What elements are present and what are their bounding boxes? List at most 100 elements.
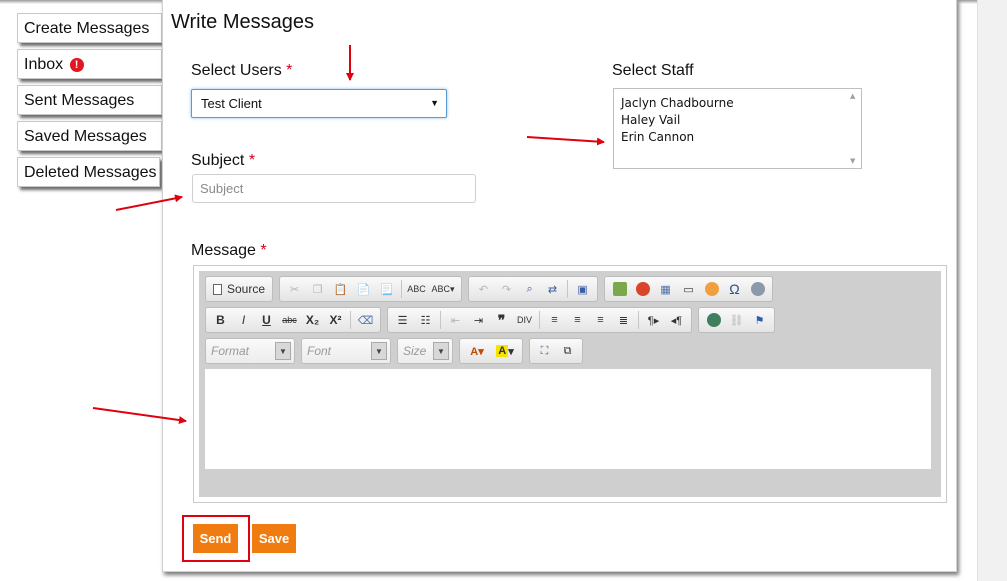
- staff-option[interactable]: Haley Vail: [621, 112, 861, 129]
- align-left-icon[interactable]: ≡: [543, 310, 566, 330]
- select-staff-listbox[interactable]: Jaclyn Chadbourne Haley Vail Erin Cannon…: [613, 88, 862, 169]
- link-icon[interactable]: [702, 310, 725, 330]
- background-color-icon[interactable]: A ▾: [491, 341, 519, 361]
- staff-option[interactable]: Erin Cannon: [621, 129, 861, 146]
- horizontal-line-icon[interactable]: ▭: [677, 279, 700, 299]
- source-label: Source: [227, 282, 266, 296]
- source-button[interactable]: Source: [209, 279, 269, 299]
- sidebar-item-saved-messages[interactable]: Saved Messages: [17, 121, 162, 151]
- copy-icon[interactable]: ❐: [306, 279, 329, 299]
- required-mark: *: [286, 62, 293, 79]
- toolbar-group-links: ⛓ ⚑: [698, 307, 775, 333]
- cut-icon[interactable]: ✂: [283, 279, 306, 299]
- sidebar-item-create-messages[interactable]: Create Messages: [17, 13, 162, 43]
- send-button[interactable]: Send: [193, 524, 238, 553]
- outdent-icon[interactable]: ⇤: [444, 310, 467, 330]
- toolbar-separator: [567, 280, 569, 298]
- toolbar-row-3: Format ▼ Font ▼ Size ▼ A▾ A ▾ ⛶ ⧉: [205, 338, 589, 364]
- save-button[interactable]: Save: [252, 524, 296, 553]
- size-combo[interactable]: Size ▼: [397, 338, 453, 364]
- document-icon: [213, 283, 222, 295]
- select-users-dropdown[interactable]: Test Client ▼: [191, 89, 447, 118]
- align-right-icon[interactable]: ≡: [589, 310, 612, 330]
- div-container-icon[interactable]: DIV: [513, 310, 536, 330]
- message-label: Message *: [191, 242, 267, 260]
- toolbar-separator: [638, 311, 639, 329]
- sidebar-item-label: Inbox: [24, 56, 64, 73]
- message-editor-area[interactable]: [205, 369, 931, 469]
- bold-button[interactable]: B: [209, 310, 232, 330]
- message-label-text: Message: [191, 242, 256, 259]
- text-color-icon[interactable]: A▾: [463, 341, 491, 361]
- sidebar-item-sent-messages[interactable]: Sent Messages: [17, 85, 162, 115]
- italic-button[interactable]: I: [232, 310, 255, 330]
- iframe-icon[interactable]: [746, 279, 769, 299]
- redo-icon[interactable]: ↷: [495, 279, 518, 299]
- strikethrough-button[interactable]: abc: [278, 310, 301, 330]
- caret-down-icon: ▼: [430, 98, 439, 108]
- undo-icon[interactable]: ↶: [472, 279, 495, 299]
- sidebar-item-inbox[interactable]: Inbox !: [17, 49, 162, 79]
- sidebar-item-deleted-messages[interactable]: Deleted Messages: [17, 157, 160, 187]
- image-icon[interactable]: [608, 279, 631, 299]
- spellcheck-dropdown-icon[interactable]: ABC▾: [428, 279, 458, 299]
- numbered-list-icon[interactable]: ☰: [391, 310, 414, 330]
- scroll-up-icon[interactable]: ▲: [850, 92, 855, 100]
- toolbar-separator: [401, 280, 403, 298]
- indent-icon[interactable]: ⇥: [467, 310, 490, 330]
- table-icon[interactable]: ▦: [654, 279, 677, 299]
- bulleted-list-icon[interactable]: ☷: [414, 310, 437, 330]
- page-scrollbar[interactable]: [977, 0, 1007, 581]
- eraser-icon[interactable]: ⌫: [354, 310, 377, 330]
- flash-icon[interactable]: [631, 279, 654, 299]
- subject-input[interactable]: [192, 174, 476, 203]
- message-sidebar: Create Messages Inbox ! Sent Messages Sa…: [17, 13, 162, 193]
- sidebar-item-label: Create Messages: [24, 20, 150, 37]
- editor-toolbar-area: Source ✂ ❐ 📋 📄 📃 ABC ABC▾ ↶ ↷ ⌕ ⇄ ▣ ▦ ▭ …: [199, 271, 941, 497]
- align-center-icon[interactable]: ≡: [566, 310, 589, 330]
- underline-button[interactable]: U: [255, 310, 278, 330]
- format-combo-label: Format: [211, 344, 250, 358]
- staff-option[interactable]: Jaclyn Chadbourne: [621, 95, 861, 112]
- select-staff-label: Select Staff: [612, 62, 694, 79]
- listbox-scrollbar[interactable]: ▲ ▼: [846, 89, 861, 168]
- paste-icon[interactable]: 📋: [329, 279, 352, 299]
- chevron-down-icon: ▼: [371, 342, 387, 360]
- select-all-icon[interactable]: ▣: [571, 279, 594, 299]
- unlink-icon[interactable]: ⛓: [725, 310, 748, 330]
- smiley-icon[interactable]: [700, 279, 723, 299]
- sidebar-item-label: Saved Messages: [24, 128, 147, 145]
- subscript-button[interactable]: X₂: [301, 310, 324, 330]
- paste-word-icon[interactable]: 📃: [375, 279, 398, 299]
- rtl-icon[interactable]: ◂¶: [665, 310, 688, 330]
- font-combo-label: Font: [307, 344, 332, 358]
- spellcheck-icon[interactable]: ABC: [405, 279, 428, 299]
- toolbar-group-paragraph: ☰ ☷ ⇤ ⇥ ❞ DIV ≡ ≡ ≡ ≣ ¶▸ ◂¶: [387, 307, 692, 333]
- maximize-icon[interactable]: ⛶: [533, 341, 556, 361]
- show-blocks-icon[interactable]: ⧉: [556, 341, 579, 361]
- toolbar-separator: [440, 311, 441, 329]
- anchor-flag-icon[interactable]: ⚑: [748, 310, 771, 330]
- chevron-down-icon: ▼: [433, 342, 449, 360]
- scroll-down-icon[interactable]: ▼: [850, 157, 855, 165]
- special-char-icon[interactable]: Ω: [723, 279, 746, 299]
- size-combo-label: Size: [403, 344, 427, 358]
- justify-icon[interactable]: ≣: [612, 310, 635, 330]
- find-icon[interactable]: ⌕: [518, 279, 541, 299]
- blockquote-icon[interactable]: ❞: [490, 310, 513, 330]
- toolbar-group-clipboard: ✂ ❐ 📋 📄 📃 ABC ABC▾: [279, 276, 463, 302]
- font-combo[interactable]: Font ▼: [301, 338, 391, 364]
- toolbar-separator: [350, 311, 351, 329]
- toolbar-group-tools: ⛶ ⧉: [529, 338, 583, 364]
- superscript-button[interactable]: X²: [324, 310, 347, 330]
- replace-icon[interactable]: ⇄: [541, 279, 564, 299]
- chevron-down-icon: ▼: [275, 342, 291, 360]
- ltr-icon[interactable]: ¶▸: [642, 310, 665, 330]
- toolbar-group-basic-styles: B I U abc X₂ X² ⌫: [205, 307, 381, 333]
- toolbar-group-document: Source: [205, 276, 274, 302]
- format-combo[interactable]: Format ▼: [205, 338, 295, 364]
- toolbar-row-2: B I U abc X₂ X² ⌫ ☰ ☷ ⇤ ⇥ ❞ DIV ≡ ≡ ≡ ≣ …: [205, 307, 781, 333]
- paste-text-icon[interactable]: 📄: [352, 279, 375, 299]
- required-mark: *: [260, 242, 267, 259]
- alert-icon: !: [69, 58, 84, 72]
